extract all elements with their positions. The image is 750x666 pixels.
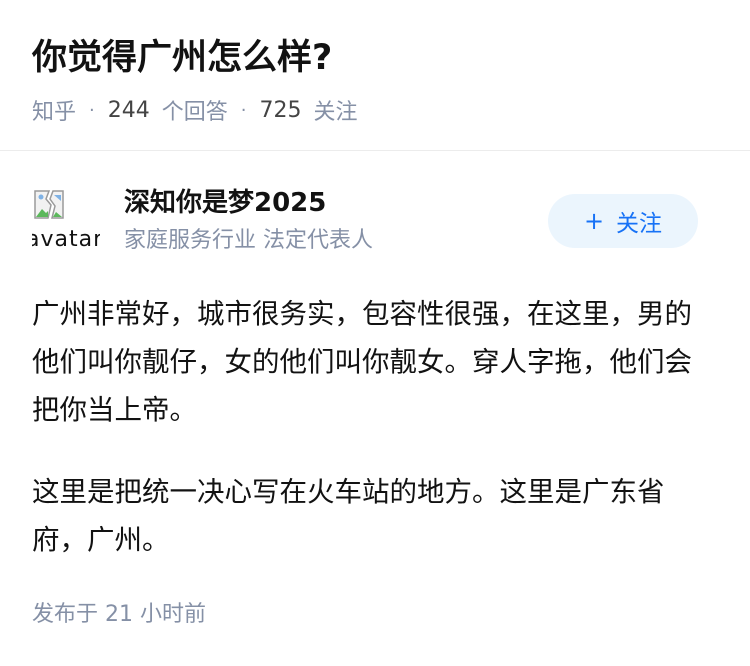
follower-count-label[interactable]: 关注: [314, 94, 358, 126]
author-info: avatar 深知你是梦2025 家庭服务行业 法定代表人 + 关注: [0, 181, 750, 261]
question-header: 你觉得广州怎么样? 知乎 · 244 个回答 · 725 关注: [0, 0, 750, 151]
meta-separator: ·: [240, 99, 247, 121]
avatar-alt-text: avatar: [32, 227, 100, 252]
source-label[interactable]: 知乎: [32, 94, 76, 126]
answer-content[interactable]: 广州非常好，城市很务实，包容性很强，在这里，男的他们叫你靓仔，女的他们叫你靓女。…: [32, 290, 718, 598]
follow-button-label: 关注: [616, 211, 663, 237]
publish-time: 发布于 21 小时前: [32, 602, 206, 627]
answer-paragraph: 这里是把统一决心写在火车站的地方。这里是广东省府，广州。: [32, 476, 665, 556]
question-meta: 知乎 · 244 个回答 · 725 关注: [32, 94, 358, 126]
author-name[interactable]: 深知你是梦2025: [124, 185, 326, 221]
avatar[interactable]: avatar: [32, 187, 100, 255]
meta-separator: ·: [89, 99, 95, 121]
follow-author-button[interactable]: + 关注: [548, 194, 698, 248]
answer-count-label[interactable]: 个回答: [162, 94, 228, 126]
answer-paragraph: 广州非常好，城市很务实，包容性很强，在这里，男的他们叫你靓仔，女的他们叫你靓女。…: [32, 298, 692, 426]
question-title[interactable]: 你觉得广州怎么样?: [32, 34, 332, 82]
answer-count: 244: [107, 97, 150, 123]
follower-count: 725: [259, 97, 302, 123]
broken-image-icon: [34, 190, 64, 219]
plus-icon: +: [583, 207, 605, 235]
author-headline: 家庭服务行业 法定代表人: [124, 228, 373, 253]
